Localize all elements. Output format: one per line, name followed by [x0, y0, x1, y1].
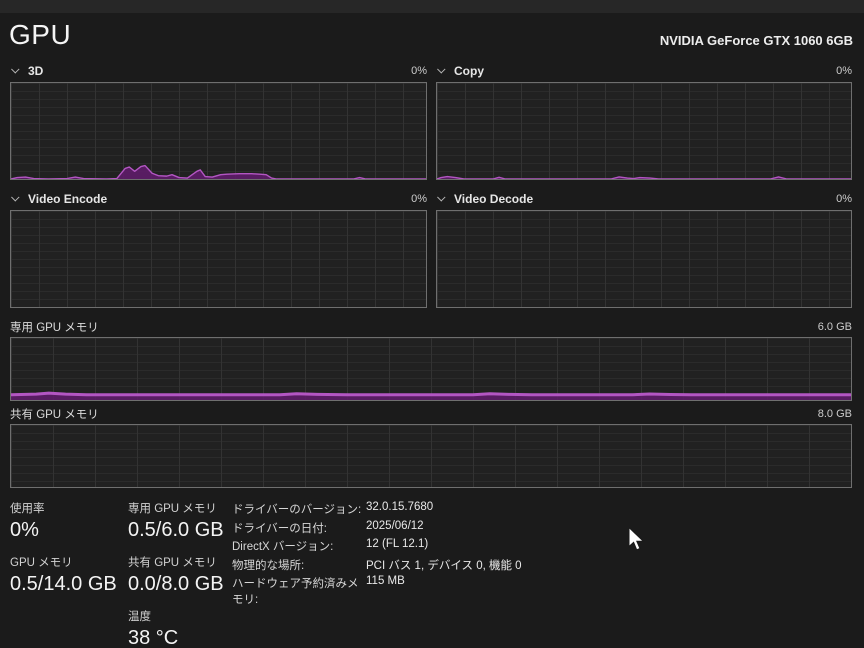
- stat-value: 0%: [10, 519, 117, 542]
- chart-percent-value: 0%: [836, 65, 852, 77]
- detail-driver-date: ドライバーの日付: 2025/06/12: [232, 520, 522, 539]
- chart-title: 専用 GPU メモリ: [10, 319, 99, 335]
- stat-utilization: 使用率 0%: [10, 500, 117, 542]
- detail-value: 2025/06/12: [366, 520, 424, 532]
- page-title: GPU: [9, 19, 71, 51]
- chart-3d-header: 3D 0%: [10, 62, 427, 80]
- chart-video-encode-canvas[interactable]: [10, 210, 427, 308]
- usage-graph: [11, 83, 426, 179]
- window-top-strip: [0, 0, 864, 13]
- stat-shared-memory: 共有 GPU メモリ 0.0/8.0 GB: [128, 554, 224, 596]
- stat-label: 専用 GPU メモリ: [128, 500, 224, 516]
- chart-percent-value: 0%: [411, 193, 427, 205]
- usage-graph: [11, 211, 426, 307]
- chart-shared-memory-canvas[interactable]: [10, 424, 852, 488]
- stats-column-2: 専用 GPU メモリ 0.5/6.0 GB 共有 GPU メモリ 0.0/8.0…: [128, 500, 224, 648]
- detail-physical-location: 物理的な場所: PCI バス 1, デバイス 0, 機能 0: [232, 557, 522, 576]
- chart-copy-header: Copy 0%: [436, 62, 852, 80]
- chart-title: 3D: [28, 64, 43, 78]
- chart-video-decode-header: Video Decode 0%: [436, 190, 852, 208]
- detail-label: 物理的な場所:: [232, 557, 366, 573]
- detail-value: 115 MB: [366, 575, 405, 587]
- detail-driver-version: ドライバーのバージョン: 32.0.15.7680: [232, 501, 522, 520]
- gpu-device-name: NVIDIA GeForce GTX 1060 6GB: [660, 33, 853, 48]
- chart-dedicated-gpu-memory: 専用 GPU メモリ 6.0 GB: [10, 319, 852, 401]
- stat-temperature: 温度 38 °C: [128, 608, 224, 648]
- detail-value: 32.0.15.7680: [366, 501, 433, 513]
- detail-value: 12 (FL 12.1): [366, 538, 428, 550]
- chart-capacity-value: 8.0 GB: [818, 408, 852, 420]
- chart-video-decode: Video Decode 0%: [436, 190, 852, 308]
- chart-3d: 3D 0%: [10, 62, 427, 180]
- chart-video-encode-header: Video Encode 0%: [10, 190, 427, 208]
- chart-copy-canvas[interactable]: [436, 82, 852, 180]
- chart-copy: Copy 0%: [436, 62, 852, 180]
- detail-label: ドライバーの日付:: [232, 520, 366, 536]
- chart-title: Copy: [454, 64, 484, 78]
- chart-dedicated-memory-canvas[interactable]: [10, 337, 852, 401]
- stat-value: 0.5/14.0 GB: [10, 573, 117, 596]
- mouse-cursor: [628, 527, 645, 552]
- chart-video-encode: Video Encode 0%: [10, 190, 427, 308]
- stats-column-1: 使用率 0% GPU メモリ 0.5/14.0 GB: [10, 500, 117, 608]
- chart-title: Video Encode: [28, 192, 107, 206]
- chevron-down-icon[interactable]: [437, 65, 445, 73]
- detail-label: ハードウェア予約済みメモリ:: [232, 575, 366, 607]
- chart-capacity-value: 6.0 GB: [818, 321, 852, 333]
- chevron-down-icon[interactable]: [11, 65, 19, 73]
- usage-graph: [11, 425, 851, 487]
- chart-video-decode-canvas[interactable]: [436, 210, 852, 308]
- chart-shared-gpu-memory: 共有 GPU メモリ 8.0 GB: [10, 406, 852, 488]
- detail-label: ドライバーのバージョン:: [232, 501, 366, 517]
- chevron-down-icon[interactable]: [11, 193, 19, 201]
- stat-value: 38 °C: [128, 627, 224, 648]
- usage-graph: [437, 83, 851, 179]
- stat-value: 0.5/6.0 GB: [128, 519, 224, 542]
- chart-dedicated-memory-header: 専用 GPU メモリ 6.0 GB: [10, 319, 852, 335]
- stat-label: 温度: [128, 608, 224, 624]
- usage-graph: [437, 211, 851, 307]
- stat-dedicated-memory: 専用 GPU メモリ 0.5/6.0 GB: [128, 500, 224, 542]
- detail-label: DirectX バージョン:: [232, 538, 366, 554]
- chevron-down-icon[interactable]: [437, 193, 445, 201]
- stat-gpu-memory: GPU メモリ 0.5/14.0 GB: [10, 554, 117, 596]
- chart-3d-canvas[interactable]: [10, 82, 427, 180]
- chart-shared-memory-header: 共有 GPU メモリ 8.0 GB: [10, 406, 852, 422]
- chart-title: 共有 GPU メモリ: [10, 406, 99, 422]
- chart-percent-value: 0%: [836, 193, 852, 205]
- chart-title: Video Decode: [454, 192, 533, 206]
- detail-value: PCI バス 1, デバイス 0, 機能 0: [366, 557, 522, 573]
- detail-directx-version: DirectX バージョン: 12 (FL 12.1): [232, 538, 522, 557]
- stat-label: GPU メモリ: [10, 554, 117, 570]
- stat-value: 0.0/8.0 GB: [128, 573, 224, 596]
- detail-hardware-reserved-memory: ハードウェア予約済みメモリ: 115 MB: [232, 575, 522, 594]
- driver-details: ドライバーのバージョン: 32.0.15.7680 ドライバーの日付: 2025…: [232, 501, 522, 594]
- usage-graph: [11, 338, 851, 400]
- stat-label: 使用率: [10, 500, 117, 516]
- stat-label: 共有 GPU メモリ: [128, 554, 224, 570]
- chart-percent-value: 0%: [411, 65, 427, 77]
